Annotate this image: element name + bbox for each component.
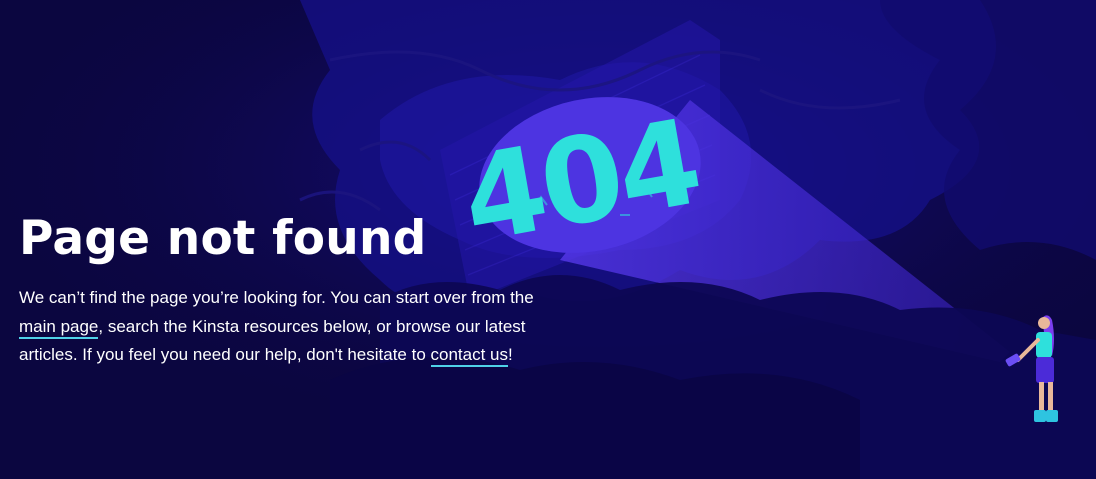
message-text-1: We can’t find the page you’re looking fo…	[19, 288, 534, 307]
page-title: Page not found	[19, 211, 427, 266]
message-text-3: !	[508, 345, 513, 364]
page-message: We can’t find the page you’re looking fo…	[19, 284, 564, 370]
hero-copy: Page not found We can’t find the page yo…	[19, 208, 579, 370]
contact-us-link[interactable]: contact us	[430, 345, 509, 367]
not-found-hero: 404 Page not found We can’t find the pag…	[0, 0, 1096, 479]
main-page-link[interactable]: main page	[19, 316, 99, 339]
